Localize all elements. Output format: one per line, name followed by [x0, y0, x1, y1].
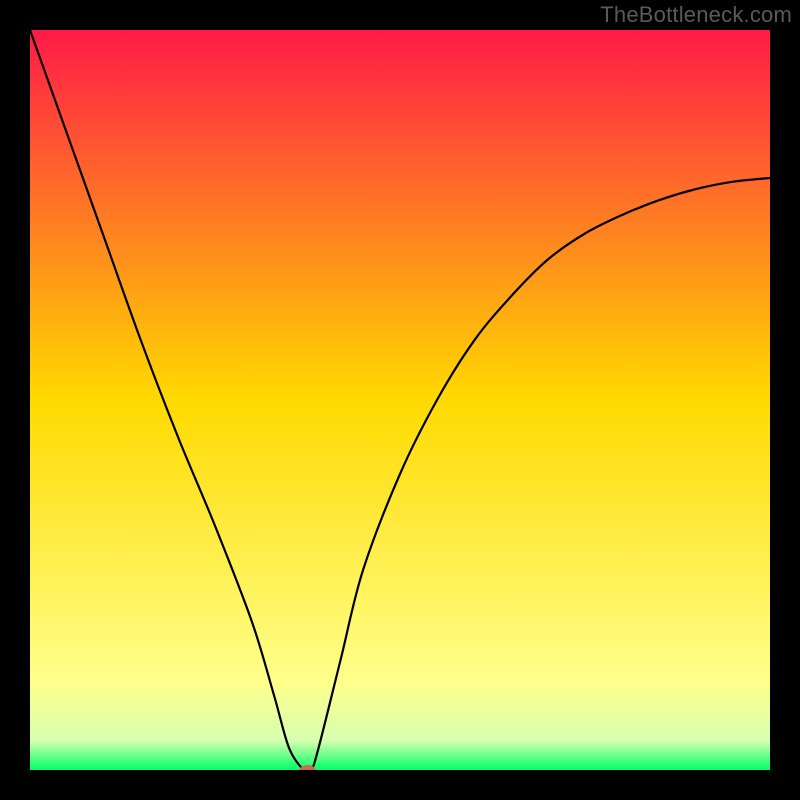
- plot-area: [30, 30, 770, 770]
- chart-container: TheBottleneck.com: [0, 0, 800, 800]
- watermark-label: TheBottleneck.com: [600, 2, 792, 28]
- gradient-background: [30, 30, 770, 770]
- chart-svg: [30, 30, 770, 770]
